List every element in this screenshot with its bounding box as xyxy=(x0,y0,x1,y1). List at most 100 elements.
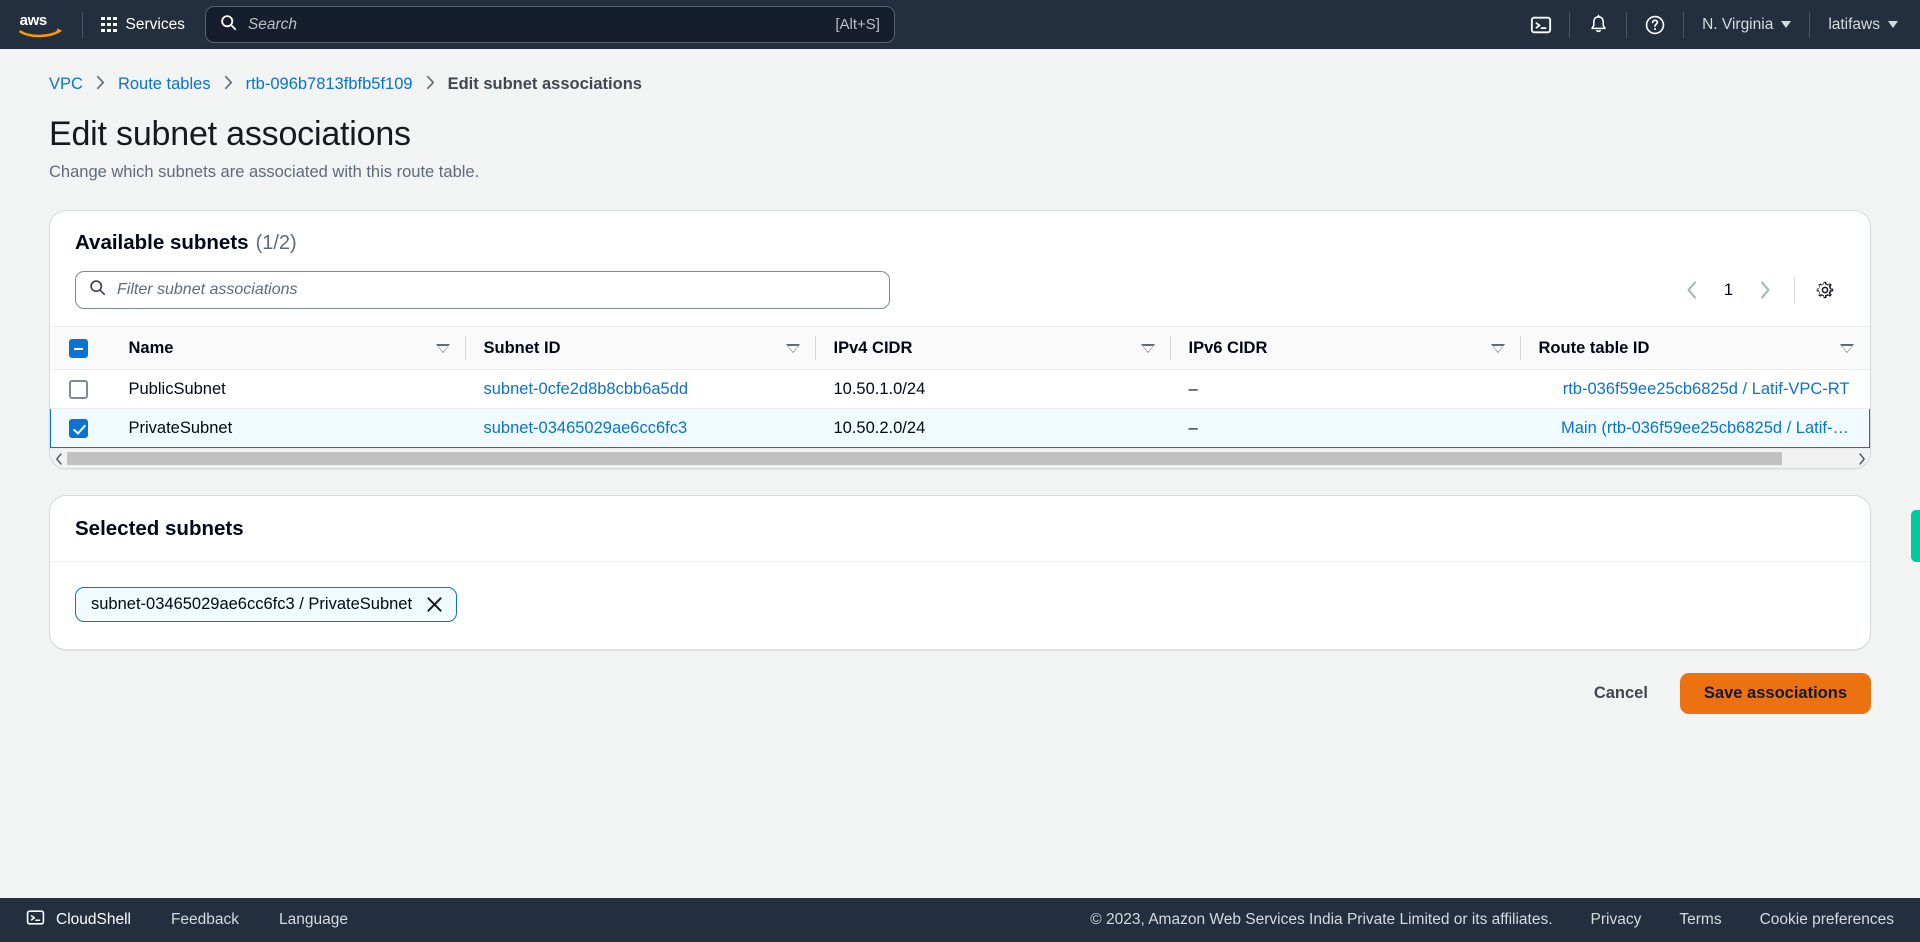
footer-cookie-preferences-link[interactable]: Cookie preferences xyxy=(1760,911,1894,929)
footer-right-group: © 2023, Amazon Web Services India Privat… xyxy=(1090,911,1894,929)
footer-left-group: CloudShell Feedback Language xyxy=(26,908,348,932)
sort-icon[interactable] xyxy=(785,343,800,353)
row-select-cell xyxy=(50,408,111,448)
region-selector[interactable]: N. Virginia xyxy=(1690,4,1803,46)
footer-feedback-link[interactable]: Feedback xyxy=(171,911,239,929)
nav-separator xyxy=(1809,11,1811,38)
table-row[interactable]: PrivateSubnet subnet-03465029ae6cc6fc3 1… xyxy=(50,408,1870,448)
chevron-left-icon[interactable] xyxy=(1675,273,1709,307)
scroll-right-arrow-icon[interactable] xyxy=(1853,452,1870,465)
chevron-down-icon xyxy=(1781,21,1792,28)
cell-subnet-id: subnet-0cfe2d8b8cbb6a5dd xyxy=(465,369,816,409)
page-title: Edit subnet associations xyxy=(49,115,411,153)
row-checkbox[interactable] xyxy=(69,418,88,438)
services-menu-button[interactable]: Services xyxy=(97,10,189,40)
table-row[interactable]: PublicSubnet subnet-0cfe2d8b8cbb6a5dd 10… xyxy=(50,369,1870,409)
breadcrumb-item-vpc[interactable]: VPC xyxy=(49,75,83,94)
column-header-subnet-id[interactable]: Subnet ID xyxy=(465,326,816,370)
column-header-name[interactable]: Name xyxy=(110,326,466,370)
cell-subnet-id: subnet-03465029ae6cc6fc3 xyxy=(465,408,816,448)
column-label-ipv4-cidr: IPv4 CIDR xyxy=(833,338,913,357)
divider xyxy=(1794,277,1795,303)
sort-icon[interactable] xyxy=(1140,343,1155,353)
search-icon xyxy=(89,279,106,301)
cell-route-table-id: rtb-036f59ee25cb6825d / Latif-VPC-RT xyxy=(1520,369,1870,409)
available-subnets-table: Name Subnet ID IPv4 CIDR IPv6 CIDR Route… xyxy=(50,326,1870,448)
nav-separator xyxy=(1626,11,1628,38)
selected-subnets-container: Selected subnets subnet-03465029ae6cc6fc… xyxy=(49,495,1871,650)
cell-route-table-id: Main (rtb-036f59ee25cb6825d / Latif-… xyxy=(1520,408,1870,448)
breadcrumb-item-route-tables[interactable]: Route tables xyxy=(118,75,211,94)
close-icon[interactable] xyxy=(426,596,443,613)
footer-privacy-link[interactable]: Privacy xyxy=(1591,911,1642,929)
bell-icon[interactable] xyxy=(1576,4,1620,46)
gear-icon[interactable] xyxy=(1807,272,1843,308)
question-circle-icon[interactable] xyxy=(1633,4,1677,46)
subnet-id-link[interactable]: subnet-0cfe2d8b8cbb6a5dd xyxy=(484,380,689,398)
footer-cloudshell-button[interactable]: CloudShell xyxy=(26,908,131,932)
table-filter-row: Filter subnet associations 1 xyxy=(50,255,1870,326)
search-placeholder: Search xyxy=(247,15,298,33)
breadcrumb: VPC Route tables rtb-096b7813fbfb5f109 E… xyxy=(49,49,1871,94)
row-select-cell xyxy=(50,369,111,409)
route-table-id-link[interactable]: rtb-036f59ee25cb6825d / Latif-VPC-RT xyxy=(1563,380,1850,398)
token-label: subnet-03465029ae6cc6fc3 / PrivateSubnet xyxy=(91,595,413,613)
page-footer: CloudShell Feedback Language © 2023, Ama… xyxy=(0,898,1920,942)
route-table-id-link[interactable]: Main (rtb-036f59ee25cb6825d / Latif-… xyxy=(1561,419,1849,437)
pagination: 1 xyxy=(1675,273,1782,307)
column-label-ipv6-cidr: IPv6 CIDR xyxy=(1188,338,1268,357)
svg-text:aws: aws xyxy=(20,11,47,28)
scroll-left-arrow-icon[interactable] xyxy=(50,452,67,465)
subnet-id-link[interactable]: subnet-03465029ae6cc6fc3 xyxy=(484,419,688,437)
cell-ipv4-cidr: 10.50.1.0/24 xyxy=(815,369,1171,409)
account-menu[interactable]: latifaws xyxy=(1816,4,1910,46)
available-subnets-title: Available subnets xyxy=(75,231,249,254)
column-header-ipv4-cidr[interactable]: IPv4 CIDR xyxy=(815,326,1171,370)
side-feedback-tab[interactable] xyxy=(1911,510,1920,562)
nav-divider xyxy=(82,11,83,38)
top-navigation-bar: aws Services Search [Alt+S] N. Virginia … xyxy=(0,0,1920,49)
column-label-name: Name xyxy=(128,338,174,357)
search-shortcut-hint: [Alt+S] xyxy=(835,16,880,33)
region-label: N. Virginia xyxy=(1702,15,1774,33)
grid-icon xyxy=(101,16,117,33)
footer-terms-link[interactable]: Terms xyxy=(1679,911,1721,929)
chevron-right-icon[interactable] xyxy=(1748,273,1782,307)
cell-ipv6-cidr: – xyxy=(1170,369,1521,409)
scrollbar-thumb[interactable] xyxy=(67,452,1782,465)
sort-icon[interactable] xyxy=(1490,343,1505,353)
sort-icon[interactable] xyxy=(1839,343,1854,353)
save-associations-button[interactable]: Save associations xyxy=(1679,673,1871,714)
available-subnets-header: Available subnets (1/2) xyxy=(50,211,1870,255)
search-icon xyxy=(220,14,237,36)
cloudshell-icon[interactable] xyxy=(1519,4,1563,46)
available-subnets-container: Available subnets (1/2) Filter subnet as… xyxy=(49,210,1871,469)
breadcrumb-item-route-table-id[interactable]: rtb-096b7813fbfb5f109 xyxy=(246,75,413,94)
column-header-ipv6-cidr[interactable]: IPv6 CIDR xyxy=(1170,326,1521,370)
breadcrumb-item-current: Edit subnet associations xyxy=(447,75,642,93)
pagination-page-1[interactable]: 1 xyxy=(1713,281,1744,300)
horizontal-scrollbar[interactable] xyxy=(50,448,1870,468)
nav-separator xyxy=(1569,11,1571,38)
page-body: VPC Route tables rtb-096b7813fbfb5f109 E… xyxy=(0,49,1920,929)
filter-subnet-associations-input[interactable]: Filter subnet associations xyxy=(75,271,890,309)
footer-language-link[interactable]: Language xyxy=(279,911,348,929)
cancel-button[interactable]: Cancel xyxy=(1588,676,1654,711)
footer-cloudshell-label: CloudShell xyxy=(56,911,131,928)
table-header-row: Name Subnet ID IPv4 CIDR IPv6 CIDR Route… xyxy=(50,326,1870,370)
aws-logo-icon[interactable]: aws xyxy=(18,10,68,40)
select-all-header xyxy=(50,326,111,370)
sort-icon[interactable] xyxy=(435,343,450,353)
selected-subnets-title: Selected subnets xyxy=(50,496,1870,562)
select-all-checkbox[interactable] xyxy=(68,338,88,358)
account-label: latifaws xyxy=(1828,15,1880,33)
row-checkbox[interactable] xyxy=(68,379,88,399)
cell-ipv6-cidr: – xyxy=(1170,408,1521,448)
subnets-table-scroll-area: Name Subnet ID IPv4 CIDR IPv6 CIDR Route… xyxy=(50,326,1870,448)
column-header-route-table-id[interactable]: Route table ID xyxy=(1520,326,1870,370)
selected-subnet-token[interactable]: subnet-03465029ae6cc6fc3 / PrivateSubnet xyxy=(75,587,458,622)
global-search-input[interactable]: Search [Alt+S] xyxy=(204,6,895,43)
cell-ipv4-cidr: 10.50.2.0/24 xyxy=(815,408,1171,448)
scrollbar-track[interactable] xyxy=(67,451,1853,466)
nav-separator xyxy=(1683,11,1685,38)
